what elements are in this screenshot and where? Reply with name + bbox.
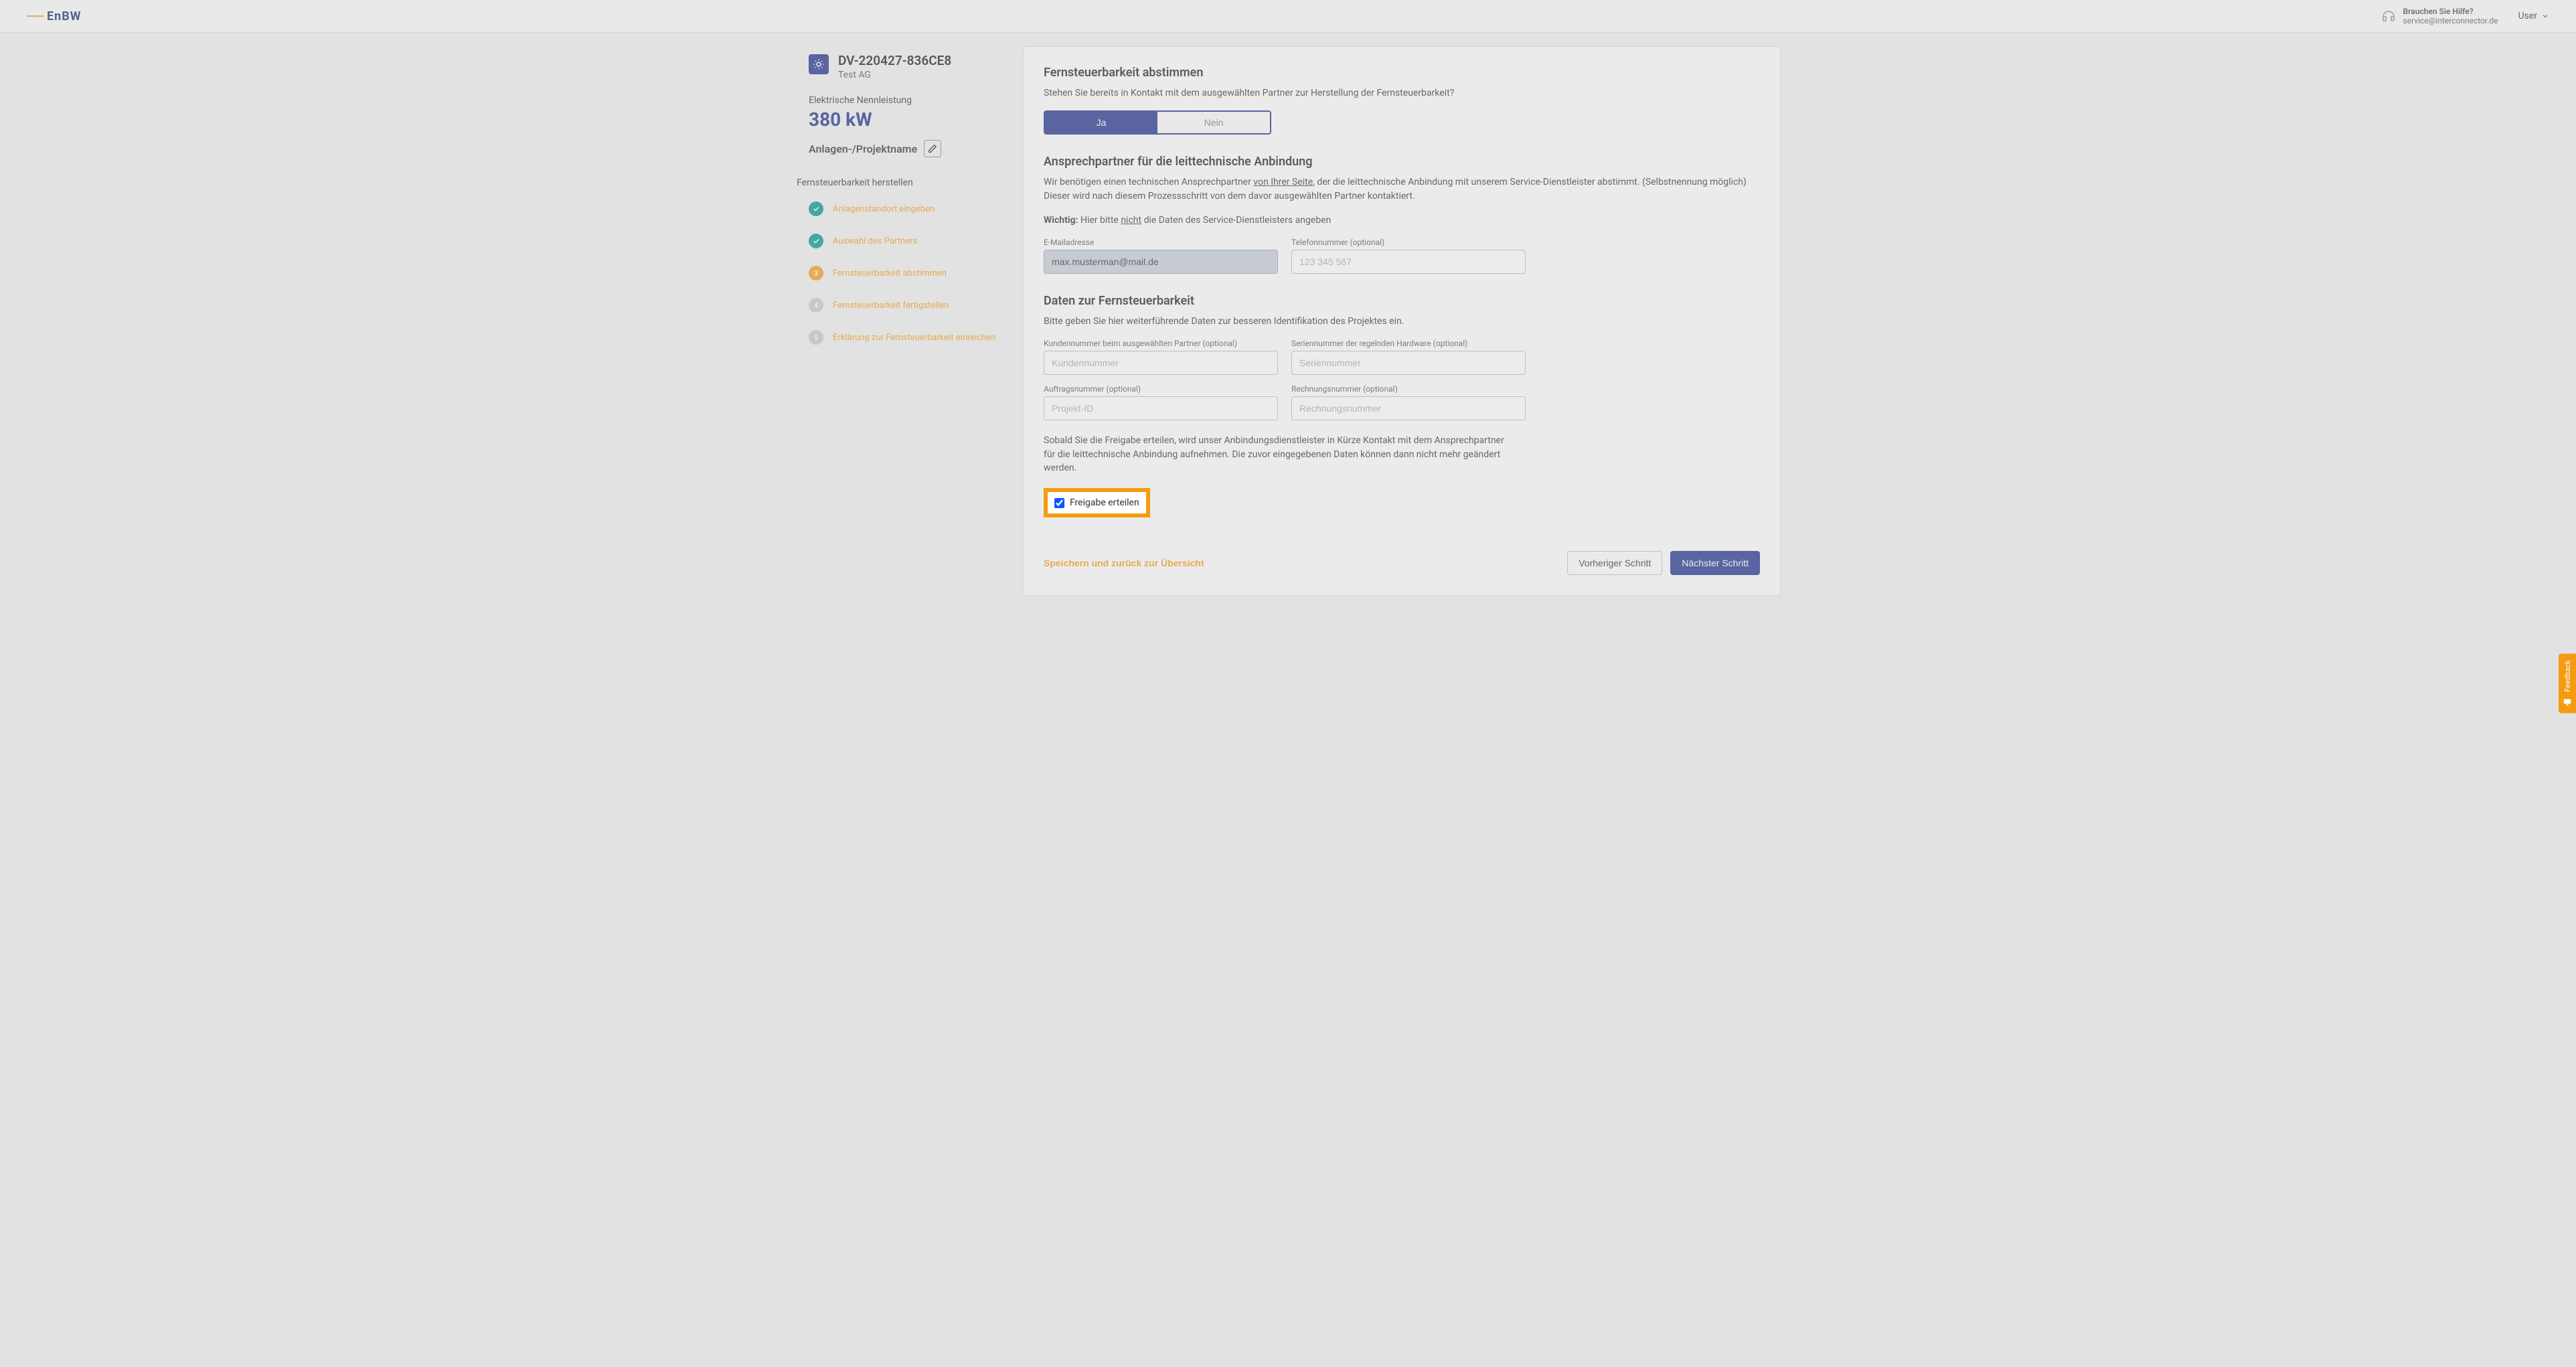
- section2-note: Wichtig: Hier bitte nicht die Daten des …: [1044, 214, 1760, 227]
- chat-icon: [2563, 698, 2572, 707]
- step-2[interactable]: Auswahl des Partners: [809, 234, 1003, 248]
- email-label: E-Mailadresse: [1044, 238, 1278, 247]
- step-5[interactable]: 5 Erklärung zur Fernsteuerbarkeit einrei…: [809, 330, 1003, 345]
- approval-label: Freigabe erteilen: [1070, 497, 1139, 508]
- section2-desc: Wir benötigen einen technischen Ansprech…: [1044, 175, 1760, 203]
- chevron-down-icon: [2541, 12, 2549, 20]
- serial-no-label: Seriennummer der regelnden Hardware (opt…: [1291, 339, 1526, 348]
- email-field[interactable]: [1044, 250, 1278, 274]
- check-icon: [809, 234, 823, 248]
- logo-dash-icon: [27, 15, 44, 17]
- headset-icon: [2381, 8, 2397, 24]
- toggle-no[interactable]: Nein: [1157, 112, 1270, 133]
- step-label: Anlagenstandort eingeben: [833, 204, 935, 214]
- contact-toggle: Ja Nein: [1044, 110, 1271, 135]
- save-and-back-link[interactable]: Speichern und zurück zur Übersicht: [1044, 558, 1204, 568]
- feedback-tab[interactable]: Feedback: [2559, 653, 2576, 713]
- customer-no-field[interactable]: [1044, 351, 1278, 375]
- section3-desc: Bitte geben Sie hier weiterführende Date…: [1044, 315, 1760, 328]
- order-no-label: Auftragsnummer (optional): [1044, 384, 1278, 394]
- help-email: service@interconnector.de: [2403, 16, 2498, 25]
- step-label: Erklärung zur Fernsteuerbarkeit einreich…: [833, 333, 995, 343]
- help-info: Brauchen Sie Hilfe? service@interconnect…: [2381, 7, 2498, 25]
- project-name: Anlagen-/Projektname: [809, 143, 917, 155]
- section1-title: Fernsteuerbarkeit abstimmen: [1044, 66, 1760, 80]
- wizard-title: Fernsteuerbarkeit herstellen: [797, 177, 1003, 188]
- step-label: Fernsteuerbarkeit fertigstellen: [833, 301, 949, 311]
- user-label: User: [2518, 11, 2537, 21]
- serial-no-field[interactable]: [1291, 351, 1526, 375]
- toggle-yes[interactable]: Ja: [1045, 112, 1157, 133]
- main-panel: Fernsteuerbarkeit abstimmen Stehen Sie b…: [1023, 46, 1781, 596]
- step-label: Fernsteuerbarkeit abstimmen: [833, 268, 947, 278]
- previous-step-button[interactable]: Vorheriger Schritt: [1567, 551, 1662, 575]
- edit-name-button[interactable]: [924, 140, 941, 157]
- step-4[interactable]: 4 Fernsteuerbarkeit fertigstellen: [809, 298, 1003, 313]
- step-number: 5: [809, 330, 823, 345]
- user-menu[interactable]: User: [2518, 11, 2549, 21]
- power-value: 380 kW: [809, 108, 1003, 131]
- approval-desc: Sobald Sie die Freigabe erteilen, wird u…: [1044, 434, 1512, 475]
- step-label: Auswahl des Partners: [833, 236, 917, 246]
- next-step-button[interactable]: Nächster Schritt: [1670, 551, 1760, 575]
- power-label: Elektrische Nennleistung: [809, 95, 1003, 106]
- feedback-label: Feedback: [2563, 660, 2572, 692]
- approval-checkbox[interactable]: [1054, 498, 1064, 508]
- step-3[interactable]: 3 Fernsteuerbarkeit abstimmen: [809, 266, 1003, 280]
- invoice-no-field[interactable]: [1291, 396, 1526, 420]
- section3-title: Daten zur Fernsteuerbarkeit: [1044, 294, 1760, 308]
- help-title: Brauchen Sie Hilfe?: [2403, 7, 2498, 16]
- section1-desc: Stehen Sie bereits in Kontakt mit dem au…: [1044, 86, 1760, 100]
- sidebar: DV-220427-836CE8 Test AG Elektrische Nen…: [795, 46, 1003, 596]
- phone-label: Telefonnummer (optional): [1291, 238, 1526, 247]
- logo-text: EnBW: [47, 9, 81, 23]
- project-id: DV-220427-836CE8: [838, 53, 951, 68]
- topbar: EnBW Brauchen Sie Hilfe? service@interco…: [0, 0, 2576, 33]
- logo[interactable]: EnBW: [27, 9, 81, 23]
- approval-highlight: Freigabe erteilen: [1044, 488, 1150, 517]
- step-1[interactable]: Anlagenstandort eingeben: [809, 202, 1003, 216]
- check-icon: [809, 202, 823, 216]
- wizard-steps: Anlagenstandort eingeben Auswahl des Par…: [809, 202, 1003, 345]
- customer-no-label: Kundennummer beim ausgewählten Partner (…: [1044, 339, 1278, 348]
- step-number: 4: [809, 298, 823, 313]
- phone-field[interactable]: [1291, 250, 1526, 274]
- project-company: Test AG: [838, 70, 951, 80]
- pencil-icon: [928, 144, 937, 153]
- order-no-field[interactable]: [1044, 396, 1278, 420]
- section2-title: Ansprechpartner für die leittechnische A…: [1044, 155, 1760, 169]
- sun-icon: [809, 54, 829, 74]
- step-number: 3: [809, 266, 823, 280]
- invoice-no-label: Rechnungsnummer (optional): [1291, 384, 1526, 394]
